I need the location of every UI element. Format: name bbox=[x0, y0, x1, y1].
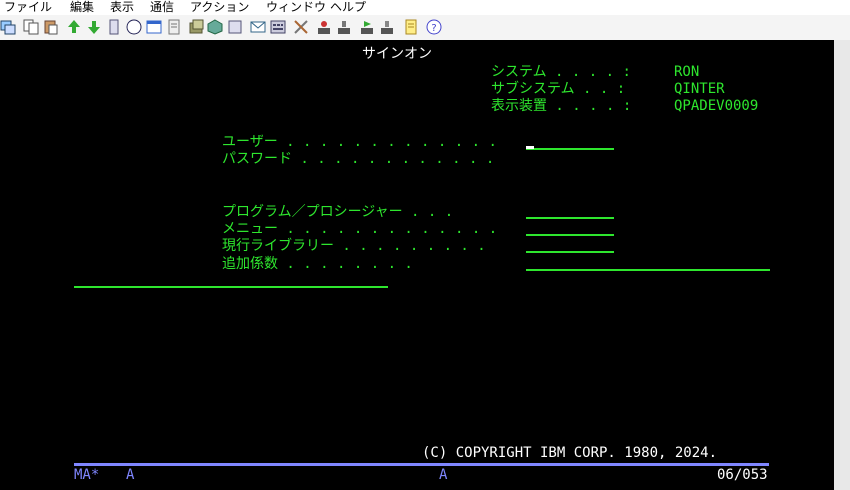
paste-icon[interactable] bbox=[43, 19, 59, 35]
password-label: パスワード . . . . . . . . . . . . bbox=[222, 151, 495, 167]
receive-file-icon[interactable] bbox=[86, 19, 102, 35]
help-icon[interactable]: ? bbox=[426, 19, 442, 35]
document-icon[interactable] bbox=[166, 19, 182, 35]
system-label: システム . . . . : bbox=[491, 64, 631, 80]
oia-mode: A bbox=[439, 467, 448, 483]
download-user-icon[interactable] bbox=[336, 19, 352, 35]
menu-window[interactable]: ウィンドウ bbox=[266, 0, 326, 15]
window-margin bbox=[834, 40, 850, 490]
device-label: 表示装置 . . . . : bbox=[491, 98, 632, 114]
copy-screen-icon[interactable] bbox=[0, 19, 16, 35]
oia-status: MA* bbox=[74, 467, 100, 483]
menu-edit[interactable]: 編集 bbox=[70, 0, 94, 15]
menu-label: メニュー . . . . . . . . . . . . . bbox=[222, 221, 498, 237]
send-file-icon[interactable] bbox=[66, 19, 82, 35]
program-input[interactable] bbox=[526, 217, 614, 219]
system-value: RON bbox=[674, 64, 700, 80]
menu-view[interactable]: 表示 bbox=[110, 0, 134, 15]
tools-icon[interactable] bbox=[293, 19, 309, 35]
print-icon[interactable] bbox=[106, 19, 122, 35]
oia-cursor-position: 06/053 bbox=[717, 467, 768, 483]
device-value: QPADEV0009 bbox=[674, 98, 759, 114]
oia-session: A bbox=[126, 467, 135, 483]
compass-icon[interactable] bbox=[126, 19, 142, 35]
svg-text:?: ? bbox=[431, 23, 436, 34]
subsystem-label: サブシステム . . : bbox=[491, 81, 626, 97]
menu-bar: ファイル 編集 表示 通信 アクション ウィンドウ ヘルプ bbox=[0, 0, 850, 15]
copy-icon[interactable] bbox=[23, 19, 39, 35]
library-input[interactable] bbox=[526, 251, 614, 253]
library-label: 現行ライブラリー . . . . . . . . . bbox=[222, 238, 486, 254]
subsystem-value: QINTER bbox=[674, 81, 725, 97]
additional-label: 追加係数 . . . . . . . . bbox=[222, 256, 413, 272]
password-input[interactable] bbox=[526, 165, 614, 167]
user-input[interactable] bbox=[526, 148, 614, 150]
keypad-icon[interactable] bbox=[270, 19, 286, 35]
record-icon[interactable] bbox=[227, 19, 243, 35]
menu-input[interactable] bbox=[526, 234, 614, 236]
upload-user-icon[interactable] bbox=[316, 19, 332, 35]
oia-divider bbox=[74, 463, 769, 466]
additional-input[interactable] bbox=[526, 269, 770, 271]
menu-communication[interactable]: 通信 bbox=[150, 0, 174, 15]
cube-icon[interactable] bbox=[207, 19, 223, 35]
window-icon[interactable] bbox=[146, 19, 162, 35]
stop-macro-icon[interactable] bbox=[379, 19, 395, 35]
cursor bbox=[526, 146, 534, 149]
menu-help[interactable]: ヘルプ bbox=[330, 0, 366, 15]
page-title: サインオン bbox=[362, 46, 432, 62]
macro-icon[interactable] bbox=[189, 19, 205, 35]
user-label: ユーザー . . . . . . . . . . . . . bbox=[222, 134, 497, 150]
additional-input-continued[interactable] bbox=[74, 286, 388, 288]
menu-actions[interactable]: アクション bbox=[190, 0, 249, 15]
copyright-text: (C) COPYRIGHT IBM CORP. 1980, 2024. bbox=[422, 445, 718, 461]
play-macro-icon[interactable] bbox=[359, 19, 375, 35]
notes-icon[interactable] bbox=[403, 19, 419, 35]
program-label: プログラム／プロシージャー . . . bbox=[222, 204, 454, 220]
mail-icon[interactable] bbox=[250, 19, 266, 35]
toolbar: ? bbox=[0, 15, 850, 41]
menu-file[interactable]: ファイル bbox=[4, 0, 52, 15]
